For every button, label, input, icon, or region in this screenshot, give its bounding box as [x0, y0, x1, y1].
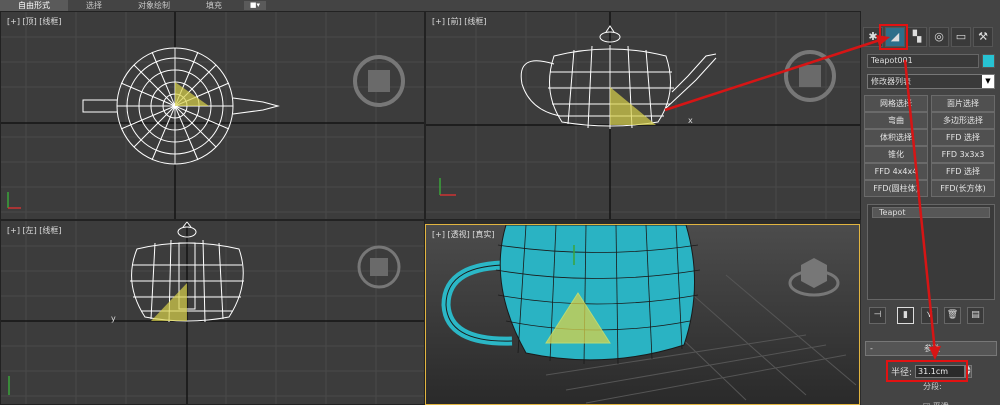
viewport-perspective[interactable]: [+] [透视] [真实] [425, 224, 860, 405]
hierarchy-icon[interactable]: ▚ [907, 27, 927, 47]
viewcube-left-icon [357, 245, 401, 289]
command-panel: ✱ ◢ ▚ ◎ ▭ ⚒ Teapot001 修改器列表 ▼ 网格选择 面片选择 … [861, 11, 1000, 405]
viewport-front[interactable]: [+] [前] [线框] x [425, 11, 861, 220]
viewcube-front-icon [784, 50, 836, 102]
pin-stack-icon[interactable]: ⊣ [869, 307, 886, 324]
viewport-left[interactable]: [+] [左] [线框] y [0, 220, 425, 405]
ribbon-tab-object-paint[interactable]: 对象绘制 [120, 0, 188, 11]
configure-sets-icon[interactable]: ▤ [967, 307, 984, 324]
ffd-select-button[interactable]: FFD 选择 [931, 129, 995, 146]
ribbon-tab-selection[interactable]: 选择 [68, 0, 120, 11]
modifier-stack[interactable]: Teapot [867, 204, 995, 300]
viewport-top-label[interactable]: [+] [顶] [线框] [7, 16, 62, 27]
taper-button[interactable]: 锥化 [864, 146, 928, 163]
segments-label: 分段: [923, 382, 942, 391]
ribbon-options-dropdown[interactable]: ■▾ [244, 1, 266, 10]
radius-highlight [886, 360, 968, 382]
chevron-down-icon[interactable]: ▼ [982, 75, 994, 88]
front-x-axis-label: x [688, 116, 693, 125]
top-view-canvas [1, 12, 424, 219]
left-view-canvas [1, 221, 424, 404]
object-color-swatch[interactable] [982, 54, 995, 68]
motion-icon[interactable]: ◎ [929, 27, 949, 47]
modifier-list-label: 修改器列表 [871, 77, 911, 86]
front-view-canvas [426, 12, 860, 219]
ribbon-bar: 自由形式 选择 对象绘制 填充 ■▾ [0, 0, 1000, 11]
utilities-icon[interactable]: ⚒ [973, 27, 993, 47]
viewport-perspective-label[interactable]: [+] [透视] [真实] [432, 229, 495, 240]
patch-select-button[interactable]: 面片选择 [931, 95, 995, 112]
ffd-4x4x4-button[interactable]: FFD 4x4x4 [864, 163, 928, 180]
rollout-title: 参数 [924, 344, 940, 353]
make-unique-icon[interactable]: ⋎ [921, 307, 938, 324]
modify-tab-highlight [879, 24, 908, 50]
ffd-cyl-button[interactable]: FFD(圆柱体) [864, 180, 928, 197]
ribbon-tab-populate[interactable]: 填充 [188, 0, 240, 11]
mesh-select-button[interactable]: 网格选择 [864, 95, 928, 112]
parameters-rollout-header[interactable]: - 参数 [865, 341, 997, 356]
bend-button[interactable]: 弯曲 [864, 112, 928, 129]
object-name-field[interactable]: Teapot001 [867, 54, 979, 68]
smooth-checkbox-label[interactable]: ☑ 平滑 [923, 401, 949, 405]
show-end-result-icon[interactable]: ▮ [897, 307, 914, 324]
viewcube-persp-icon [788, 258, 840, 297]
stack-item-teapot[interactable]: Teapot [872, 207, 990, 218]
poly-select-button[interactable]: 多边形选择 [931, 112, 995, 129]
modifier-buttons-grid: 网格选择 面片选择 弯曲 多边形选择 体积选择 FFD 选择 锥化 FFD 3x… [864, 95, 997, 197]
ffd-3x3x3-button[interactable]: FFD 3x3x3 [931, 146, 995, 163]
viewcube-top-icon [353, 55, 405, 107]
vol-select-button[interactable]: 体积选择 [864, 129, 928, 146]
ffd-select-button-2[interactable]: FFD 选择 [931, 163, 995, 180]
display-icon[interactable]: ▭ [951, 27, 971, 47]
viewport-front-label[interactable]: [+] [前] [线框] [432, 16, 487, 27]
ffd-box-button[interactable]: FFD(长方体) [931, 180, 995, 197]
modifier-list-dropdown[interactable]: 修改器列表 ▼ [867, 74, 995, 89]
perspective-view-canvas [441, 225, 857, 404]
ribbon-tab-freeform[interactable]: 自由形式 [0, 0, 68, 11]
viewport-top[interactable]: [+] [顶] [线框] [0, 11, 425, 220]
remove-modifier-icon[interactable]: 🗑 [944, 307, 961, 324]
viewport-left-label[interactable]: [+] [左] [线框] [7, 225, 62, 236]
left-y-axis-label: y [111, 314, 116, 323]
